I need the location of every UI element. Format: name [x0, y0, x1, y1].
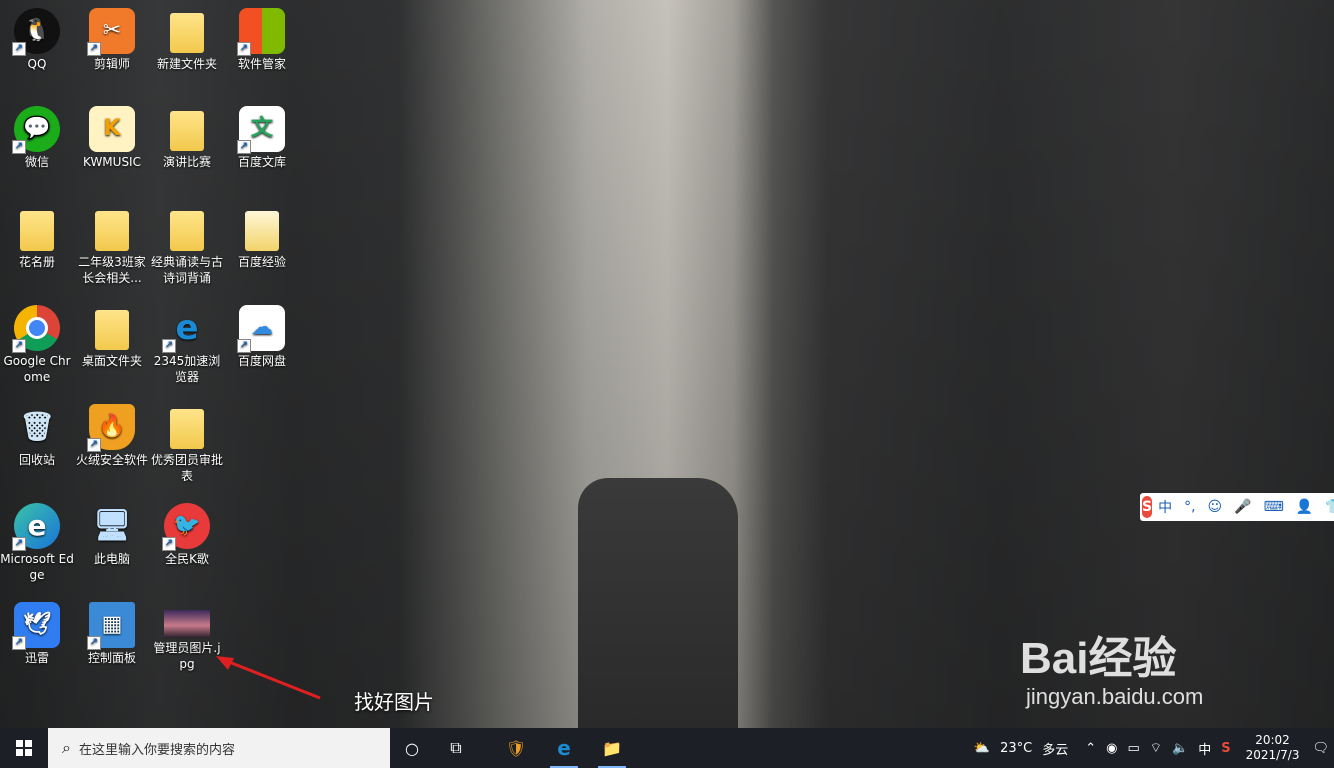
- folder-icon: [89, 206, 135, 252]
- desktop-icon-new-folder[interactable]: 新建文件夹: [150, 8, 224, 72]
- wechat-icon: 💬 ↗: [12, 106, 60, 154]
- notification-icon[interactable]: 🗨: [1312, 741, 1329, 756]
- ime-emoji-icon[interactable]: ☺: [1208, 499, 1223, 515]
- folder-icon: [89, 305, 135, 351]
- image-thumbnail-icon: [164, 610, 210, 638]
- desktop-icon-jianjishi[interactable]: ✂ ↗ 剪辑师: [75, 8, 149, 72]
- desktop-icon-roster[interactable]: 花名册: [0, 206, 74, 270]
- computer-icon: 🖥: [92, 508, 132, 543]
- weather-desc[interactable]: 多云: [1042, 739, 1068, 758]
- baidu-netdisk-icon: ☁ ↗: [237, 305, 285, 353]
- desktop-icon-control-panel[interactable]: ▦ ↗ 控制面板: [75, 602, 149, 666]
- software-manager-icon: ↗: [237, 8, 285, 56]
- ime-punctuation-toggle[interactable]: °,: [1184, 499, 1195, 515]
- folder-icon: [164, 404, 210, 450]
- ime-keyboard-icon[interactable]: ⌨: [1264, 499, 1284, 515]
- ime-user-icon[interactable]: 👤: [1296, 499, 1313, 515]
- annotation-arrow: [216, 656, 321, 700]
- system-tray: ⛅ 23°C 多云 ⌃ ◉ ▭ ⌔ 🔈 中 S 20:02 2021/7/3 🗨: [969, 728, 1334, 768]
- cortana-circle-icon: ○: [405, 738, 419, 758]
- sogou-logo-icon: S: [1142, 496, 1153, 518]
- desktop-icon-chrome[interactable]: ↗ Google Chrome: [0, 305, 74, 385]
- desktop-icon-member-approval[interactable]: 优秀团员审批表: [150, 404, 224, 484]
- desktop-icon-baidu-wenku[interactable]: 文 ↗ 百度文库: [225, 106, 299, 170]
- desktop-icon-recycle-bin[interactable]: 🗑 回收站: [0, 404, 74, 468]
- ime-chinese-toggle[interactable]: 中: [1158, 497, 1172, 517]
- kwmusic-icon: K: [89, 106, 135, 152]
- desktop-icon-qq[interactable]: 🐧 ↗ QQ: [0, 8, 74, 72]
- taskbar-search[interactable]: ⌕ 在这里输入你要搜索的内容: [48, 728, 390, 768]
- desktop-icon-2345-browser[interactable]: e ↗ 2345加速浏览器: [150, 305, 224, 385]
- folder-icon: 📁: [602, 738, 622, 758]
- ie-browser-icon: e ↗: [162, 305, 210, 353]
- folder-icon: [164, 8, 210, 54]
- desktop-icon-classic-reading[interactable]: 经典诵读与古诗词背诵: [150, 206, 224, 286]
- desktop-icon-huorong[interactable]: 🔥 ↗ 火绒安全软件: [75, 404, 149, 468]
- taskbar-huorong[interactable]: 🛡: [492, 728, 540, 768]
- desktop-icon-desktop-folder[interactable]: 桌面文件夹: [75, 305, 149, 369]
- desktop-icon-baidu-jingyan[interactable]: 百度经验: [225, 206, 299, 270]
- quanmin-kge-icon: 🐦 ↗: [162, 503, 210, 551]
- recycle-bin-icon: 🗑: [19, 410, 55, 443]
- search-placeholder: 在这里输入你要搜索的内容: [78, 742, 235, 758]
- folder-icon: [164, 106, 210, 152]
- clock[interactable]: 20:02 2021/7/3: [1246, 733, 1300, 763]
- sogou-tray-icon[interactable]: S: [1221, 741, 1230, 756]
- volume-icon[interactable]: 🔈: [1172, 741, 1188, 756]
- desktop-icon-parent-meeting[interactable]: 二年级3班家长会相关...: [75, 206, 149, 286]
- baidu-jingyan-watermark: Bai经验 jingyan.baidu.com: [1020, 622, 1203, 709]
- folder-icon: [239, 206, 285, 252]
- weather-temp[interactable]: 23°C: [1000, 741, 1032, 756]
- huorong-icon: 🔥 ↗: [87, 404, 135, 452]
- huorong-icon: 🛡: [505, 738, 527, 758]
- desktop-icon-xunlei[interactable]: 🕊 ↗ 迅雷: [0, 602, 74, 666]
- desktop-icon-speech-contest[interactable]: 演讲比赛: [150, 106, 224, 170]
- annotation-text: 找好图片: [354, 690, 434, 714]
- ie-browser-icon: e: [557, 736, 571, 760]
- ime-mode-indicator[interactable]: 中: [1198, 739, 1211, 758]
- watermark-url: jingyan.baidu.com: [1026, 684, 1204, 709]
- start-button[interactable]: [0, 728, 48, 768]
- cortana-button[interactable]: ○: [390, 728, 434, 768]
- ime-skin-icon[interactable]: 👕: [1325, 499, 1334, 515]
- xunlei-icon: 🕊 ↗: [12, 602, 60, 650]
- qq-icon: 🐧 ↗: [12, 8, 60, 56]
- weather-cloud-icon[interactable]: ⛅: [974, 741, 990, 756]
- wallpaper-rock: [578, 478, 738, 728]
- desktop-icon-quanmin-kge[interactable]: 🐦 ↗ 全民K歌: [150, 503, 224, 567]
- search-icon: ⌕: [62, 738, 71, 757]
- windows-logo-icon: [16, 740, 32, 756]
- tray-app-icon[interactable]: ◉: [1106, 741, 1117, 756]
- desktop-icon-wechat[interactable]: 💬 ↗ 微信: [0, 106, 74, 170]
- folder-icon: [164, 206, 210, 252]
- tray-chevron-up-icon[interactable]: ⌃: [1085, 741, 1096, 756]
- desktop-icon-kwmusic[interactable]: K KWMUSIC: [75, 106, 149, 170]
- desktop-icon-this-pc[interactable]: 🖥 此电脑: [75, 503, 149, 567]
- chrome-icon: ↗: [12, 305, 60, 353]
- task-view-button[interactable]: ⧉: [434, 728, 478, 768]
- task-view-icon: ⧉: [450, 738, 462, 757]
- scissors-icon: ✂ ↗: [87, 8, 135, 56]
- watermark-brand: Bai经验: [1020, 634, 1177, 683]
- ime-voice-icon[interactable]: 🎤: [1234, 499, 1251, 515]
- taskbar-file-explorer[interactable]: 📁: [588, 728, 636, 768]
- desktop-icon-edge[interactable]: e ↗ Microsoft Edge: [0, 503, 74, 583]
- control-panel-icon: ▦ ↗: [87, 602, 135, 650]
- battery-icon[interactable]: ▭: [1127, 741, 1139, 756]
- edge-icon: e ↗: [12, 503, 60, 551]
- taskbar-ie-browser[interactable]: e: [540, 728, 588, 768]
- baidu-wenku-icon: 文 ↗: [237, 106, 285, 154]
- folder-icon: [14, 206, 60, 252]
- ime-toolbar[interactable]: S 中 °, ☺ 🎤 ⌨ 👤 👕: [1140, 493, 1334, 521]
- clock-date: 2021/7/3: [1245, 748, 1300, 762]
- taskbar: ⌕ 在这里输入你要搜索的内容 ○ ⧉ 🛡 e 📁 ⛅ 23°C 多云 ⌃ ◉ ▭…: [0, 728, 1334, 768]
- desktop-icon-baidu-netdisk[interactable]: ☁ ↗ 百度网盘: [225, 305, 299, 369]
- clock-time: 20:02: [1255, 733, 1290, 747]
- desktop-icon-software-manager[interactable]: ↗ 软件管家: [225, 8, 299, 72]
- wifi-icon[interactable]: ⌔: [1150, 740, 1162, 756]
